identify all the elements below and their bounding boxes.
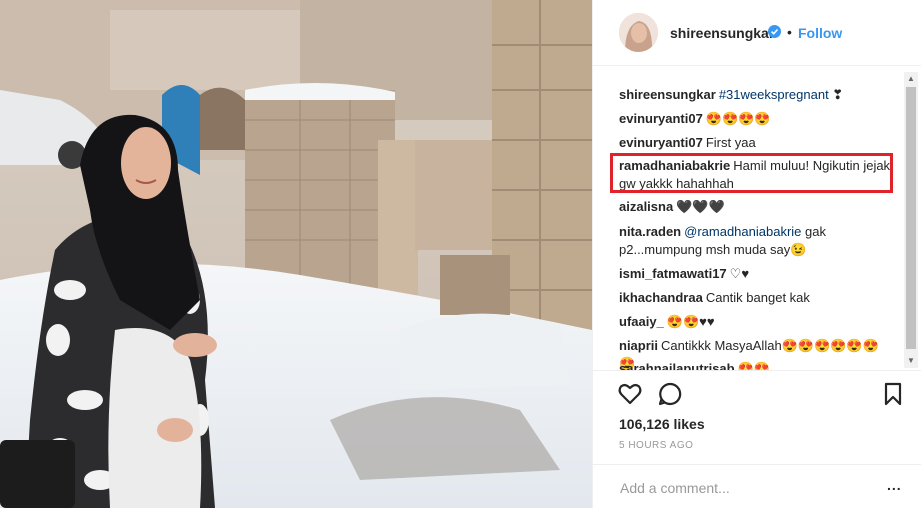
caption: shireensungkar #31weekspregnant ❣: [619, 86, 893, 104]
post-photo[interactable]: [0, 0, 592, 508]
comment-username[interactable]: evinuryanti07: [619, 135, 703, 150]
comment-username[interactable]: niaprii: [619, 338, 658, 353]
hashtag-link[interactable]: #31weekspregnant: [719, 87, 829, 102]
comment-item: nita.raden @ramadhaniabakrie gak p2...mum…: [619, 223, 893, 259]
header-separator: •: [787, 24, 792, 40]
bookmark-icon[interactable]: [880, 381, 906, 407]
author-avatar[interactable]: [619, 13, 658, 52]
comments-list: shireensungkar #31weekspregnant ❣ evinury…: [593, 80, 903, 370]
comment-item: ufaaiy_ 😍😍♥♥: [619, 313, 893, 331]
comment-username[interactable]: shireensungkar: [619, 87, 716, 102]
comment-text: 😍😍😍😍: [705, 111, 771, 126]
add-comment-bar: ...: [593, 464, 921, 509]
comment-text: 😍😍♥♥: [666, 314, 715, 329]
comment-text: Cantik banget kak: [705, 290, 810, 305]
comment-username[interactable]: sarahnailaputrisab: [619, 361, 735, 370]
comment-username[interactable]: ufaaiy_: [619, 314, 664, 329]
comment-text: ❣: [828, 87, 844, 102]
verified-badge-icon: [768, 25, 781, 38]
post-actions: 106,126 likes 5 HOURS AGO ...: [593, 370, 921, 509]
add-comment-input[interactable]: [618, 479, 872, 497]
comment-username[interactable]: aizalisna: [619, 199, 673, 214]
comment-username[interactable]: evinuryanti07: [619, 111, 703, 126]
follow-button[interactable]: Follow: [798, 25, 842, 41]
comment-text: ♡♥: [729, 266, 750, 281]
scroll-up-arrow-icon[interactable]: ▲: [904, 72, 918, 86]
comment-item: ismi_fatmawati17 ♡♥: [619, 265, 893, 283]
comments-scrollbar[interactable]: ▲ ▼: [904, 72, 918, 368]
likes-count[interactable]: 106,126 likes: [619, 416, 705, 432]
mention-link[interactable]: @ramadhaniabakrie: [684, 224, 801, 239]
scrollbar-thumb[interactable]: [906, 87, 916, 349]
post-side-panel: shireensungkar • Follow shireensungkar #3…: [592, 0, 921, 508]
comment-item: evinuryanti07 😍😍😍😍: [619, 110, 893, 128]
post-header: shireensungkar • Follow: [593, 0, 921, 66]
comment-username[interactable]: ismi_fatmawati17: [619, 266, 727, 281]
comment-text: First yaa: [705, 135, 756, 150]
comment-item: aizalisna 🖤🖤🖤: [619, 198, 893, 216]
comment-username[interactable]: ikhachandraa: [619, 290, 703, 305]
comment-item: ikhachandraa Cantik banget kak: [619, 289, 893, 307]
comment-username[interactable]: nita.raden: [619, 224, 681, 239]
comment-item: evinuryanti07 First yaa: [619, 134, 893, 152]
more-options-button[interactable]: ...: [887, 477, 902, 493]
comment-text: 😍😍: [737, 361, 770, 370]
highlight-box: [610, 153, 893, 193]
author-username[interactable]: shireensungkar: [670, 25, 774, 41]
post-timestamp: 5 HOURS AGO: [619, 440, 694, 451]
comment-item: sarahnailaputrisab 😍😍: [619, 360, 893, 370]
heart-icon[interactable]: [617, 381, 643, 407]
comment-text: 🖤🖤🖤: [676, 199, 725, 214]
comment-icon[interactable]: [657, 381, 683, 407]
scroll-down-arrow-icon[interactable]: ▼: [904, 354, 918, 368]
